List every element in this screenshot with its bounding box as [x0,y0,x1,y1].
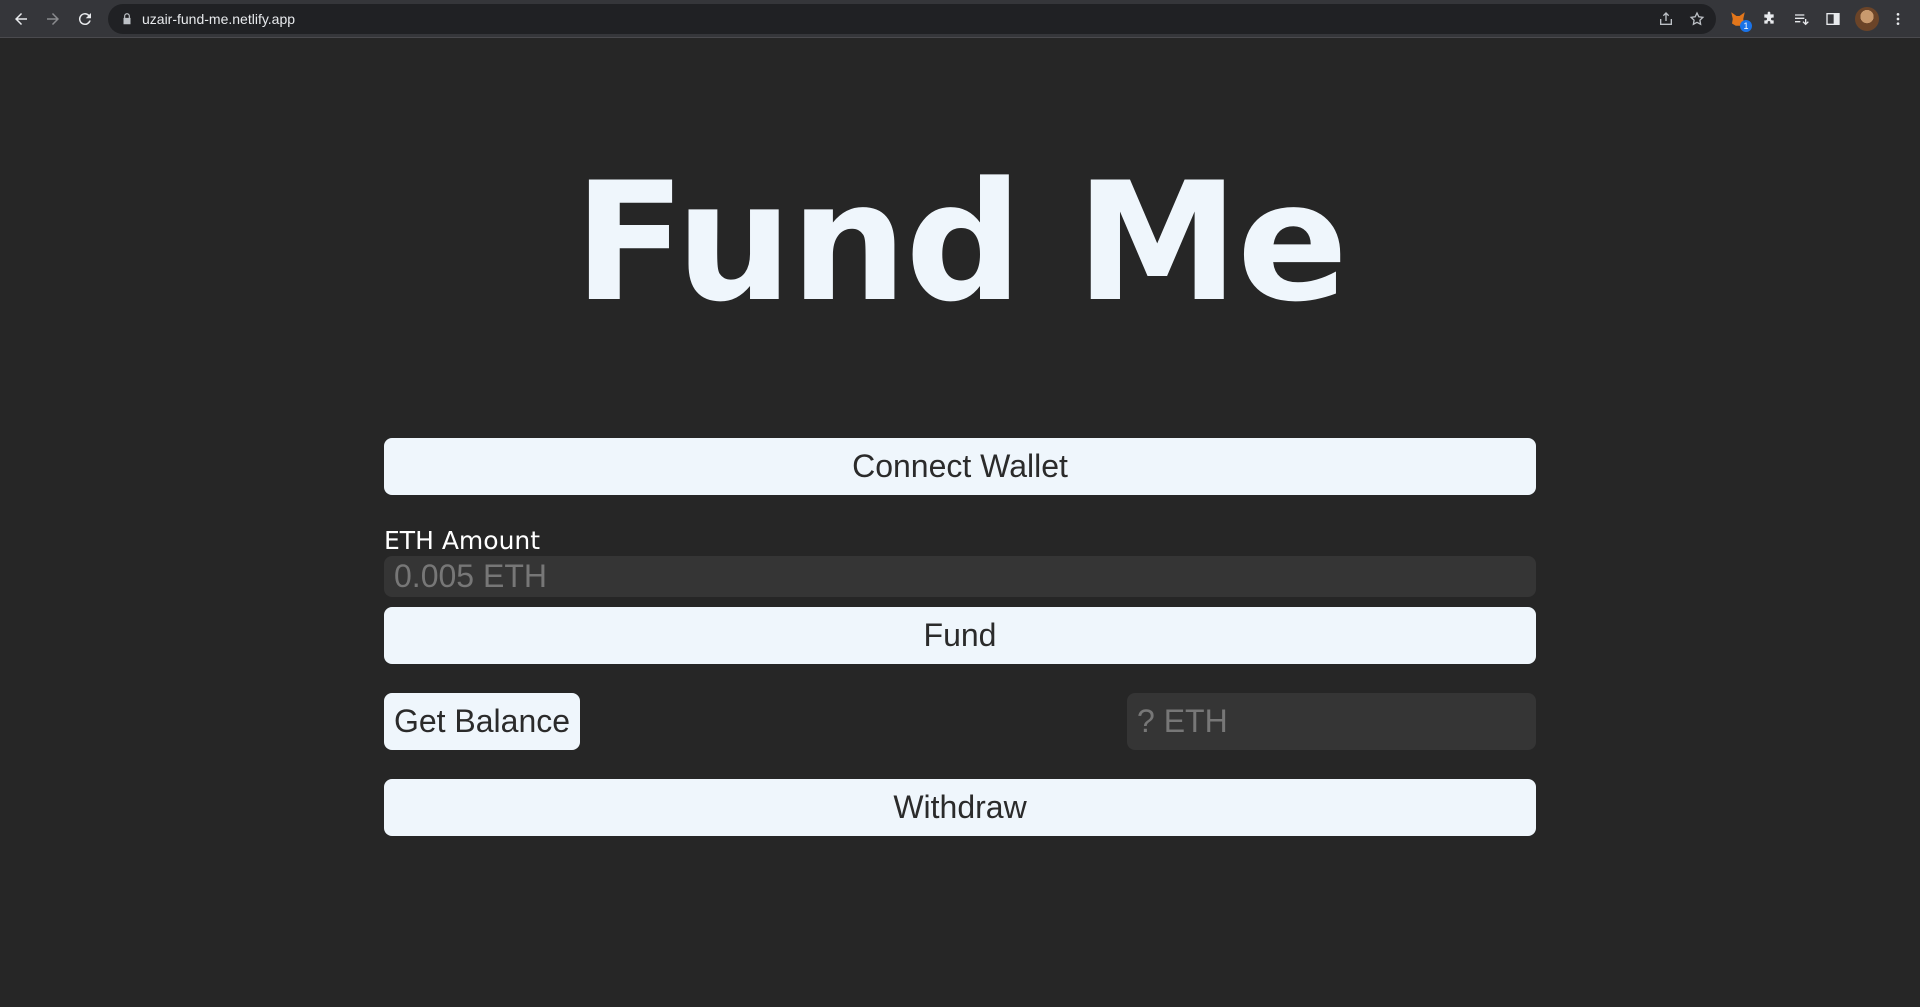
share-button[interactable] [1657,10,1675,28]
reading-list-icon [1795,14,1809,26]
reload-button[interactable] [72,6,98,32]
back-button[interactable] [8,6,34,32]
side-panel-icon [1826,13,1840,25]
connect-wallet-button[interactable]: Connect Wallet [384,438,1536,495]
star-icon [1689,11,1705,26]
url-text: uzair-fund-me.netlify.app [142,11,296,27]
menu-button[interactable] [1887,8,1909,30]
reading-list-button[interactable] [1790,8,1812,30]
eth-amount-input[interactable] [384,556,1536,597]
withdraw-button[interactable]: Withdraw [384,779,1536,836]
profile-avatar[interactable] [1855,7,1879,31]
lock-icon [123,13,131,25]
page-title: Fund Me [573,147,1348,338]
reload-icon [78,13,91,26]
arrow-left-icon [15,13,27,25]
kebab-menu-icon [1896,13,1900,25]
share-icon [1660,12,1672,25]
puzzle-icon [1764,11,1774,24]
browser-toolbar: uzair-fund-me.netlify.app 1 [0,0,1920,38]
get-balance-button[interactable]: Get Balance [384,693,580,750]
forward-button[interactable] [40,6,66,32]
address-bar[interactable]: uzair-fund-me.netlify.app [108,4,1716,34]
bookmark-button[interactable] [1688,10,1706,28]
balance-output[interactable] [1127,693,1536,750]
eth-amount-label: ETH Amount [384,526,541,555]
fund-button[interactable]: Fund [384,607,1536,664]
arrow-right-icon [47,13,59,25]
side-panel-button[interactable] [1822,8,1844,30]
extensions-button[interactable] [1758,8,1780,30]
extension-badge: 1 [1740,20,1752,32]
